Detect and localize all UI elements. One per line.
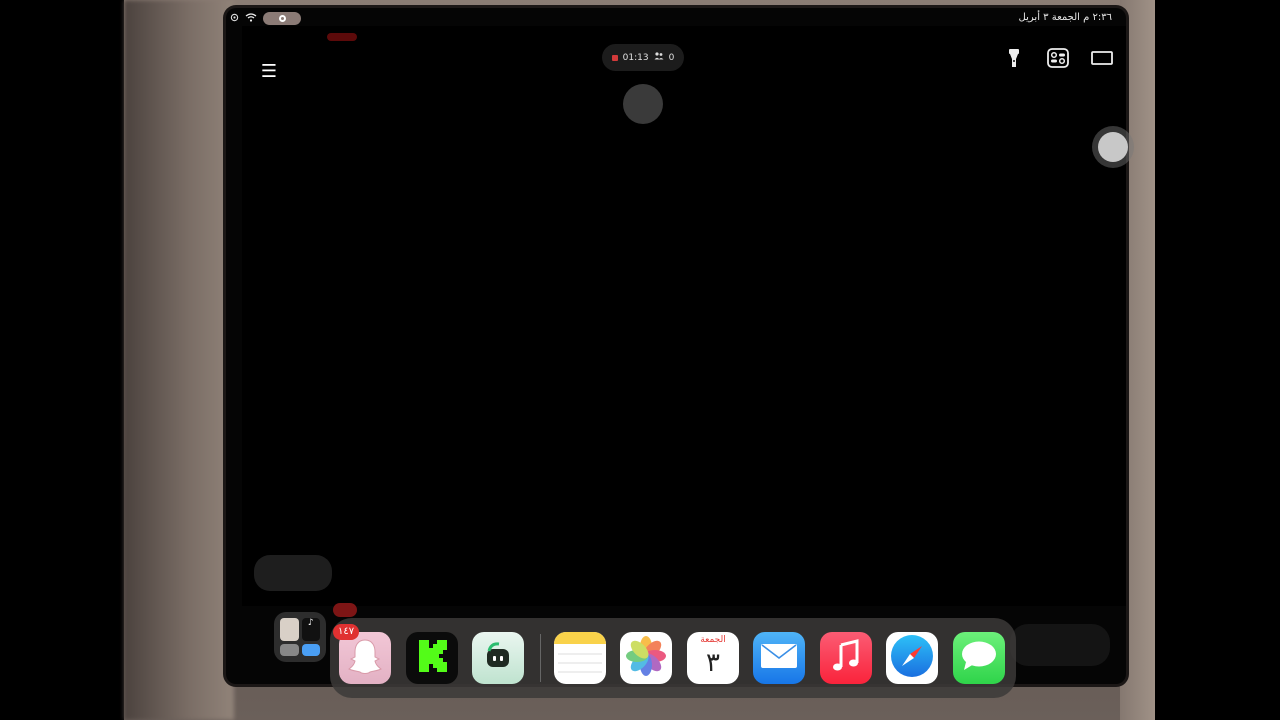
assistive-touch-button[interactable] xyxy=(1098,132,1128,162)
photos-app[interactable] xyxy=(620,632,672,684)
status-icons xyxy=(230,12,301,25)
messages-app[interactable] xyxy=(953,632,1005,684)
robot-face-icon xyxy=(481,639,515,677)
control-panel-icon xyxy=(1047,48,1069,72)
calendar-date: ٣ xyxy=(706,648,720,678)
notes-app[interactable] xyxy=(554,632,606,684)
safari-compass-icon xyxy=(889,633,935,683)
badge-shadow xyxy=(333,603,357,617)
record-icon xyxy=(278,15,286,22)
status-bar: ٢:٣٦ م الجمعة ٣ أبريل xyxy=(226,10,1126,28)
message-bubble-icon xyxy=(960,640,998,676)
kick-logo-icon xyxy=(415,638,449,678)
app-library-tile xyxy=(280,618,299,641)
participants-icon xyxy=(654,52,664,63)
calendar-weekday: الجمعة xyxy=(700,635,726,645)
menu-button[interactable]: ☰ xyxy=(256,58,282,84)
red-artifact xyxy=(327,33,357,41)
aspect-ratio-button[interactable] xyxy=(1086,46,1118,74)
hamburger-icon: ☰ xyxy=(260,60,278,82)
mail-app[interactable] xyxy=(753,632,805,684)
robot-app[interactable] xyxy=(472,632,524,684)
calendar-app[interactable]: الجمعة ٣ xyxy=(687,632,739,684)
safari-app[interactable] xyxy=(886,632,938,684)
status-datetime: ٢:٣٦ م الجمعة ٣ أبريل xyxy=(1018,12,1112,23)
app-screen[interactable] xyxy=(242,26,1126,606)
recording-timer: 01:13 xyxy=(622,52,649,63)
camera-tile-icon xyxy=(280,643,299,656)
top-toolbar xyxy=(998,46,1118,74)
rectangle-icon xyxy=(1091,50,1113,70)
wifi-icon xyxy=(245,12,257,25)
record-square-icon xyxy=(611,54,618,61)
music-note-icon xyxy=(831,639,861,677)
snapchat-ghost-icon xyxy=(347,637,383,679)
flashlight-button[interactable] xyxy=(998,46,1030,74)
participants-count: 0 xyxy=(668,52,675,63)
location-icon xyxy=(230,13,239,25)
recording-timer-pill[interactable]: 01:13 0 xyxy=(602,44,684,71)
notification-badge: ١٤٧ xyxy=(333,624,360,640)
files-tile-icon xyxy=(301,643,320,656)
camera-switch-button[interactable] xyxy=(1042,46,1074,74)
app-library-folder[interactable]: ♪ xyxy=(274,612,326,662)
touch-indicator xyxy=(623,84,663,124)
photos-flower-icon xyxy=(625,635,667,681)
notes-icon xyxy=(554,632,606,684)
dock-divider xyxy=(540,634,541,682)
bottom-bar-right xyxy=(1010,624,1110,666)
ghost-pill xyxy=(254,555,332,591)
kick-app[interactable] xyxy=(406,632,458,684)
flashlight-icon xyxy=(1008,48,1020,72)
tiktok-icon: ♪ xyxy=(301,618,320,641)
mail-envelope-icon xyxy=(760,643,798,673)
photo-left-blur xyxy=(124,0,234,720)
music-app[interactable] xyxy=(820,632,872,684)
screen-recording-indicator[interactable] xyxy=(263,12,301,25)
